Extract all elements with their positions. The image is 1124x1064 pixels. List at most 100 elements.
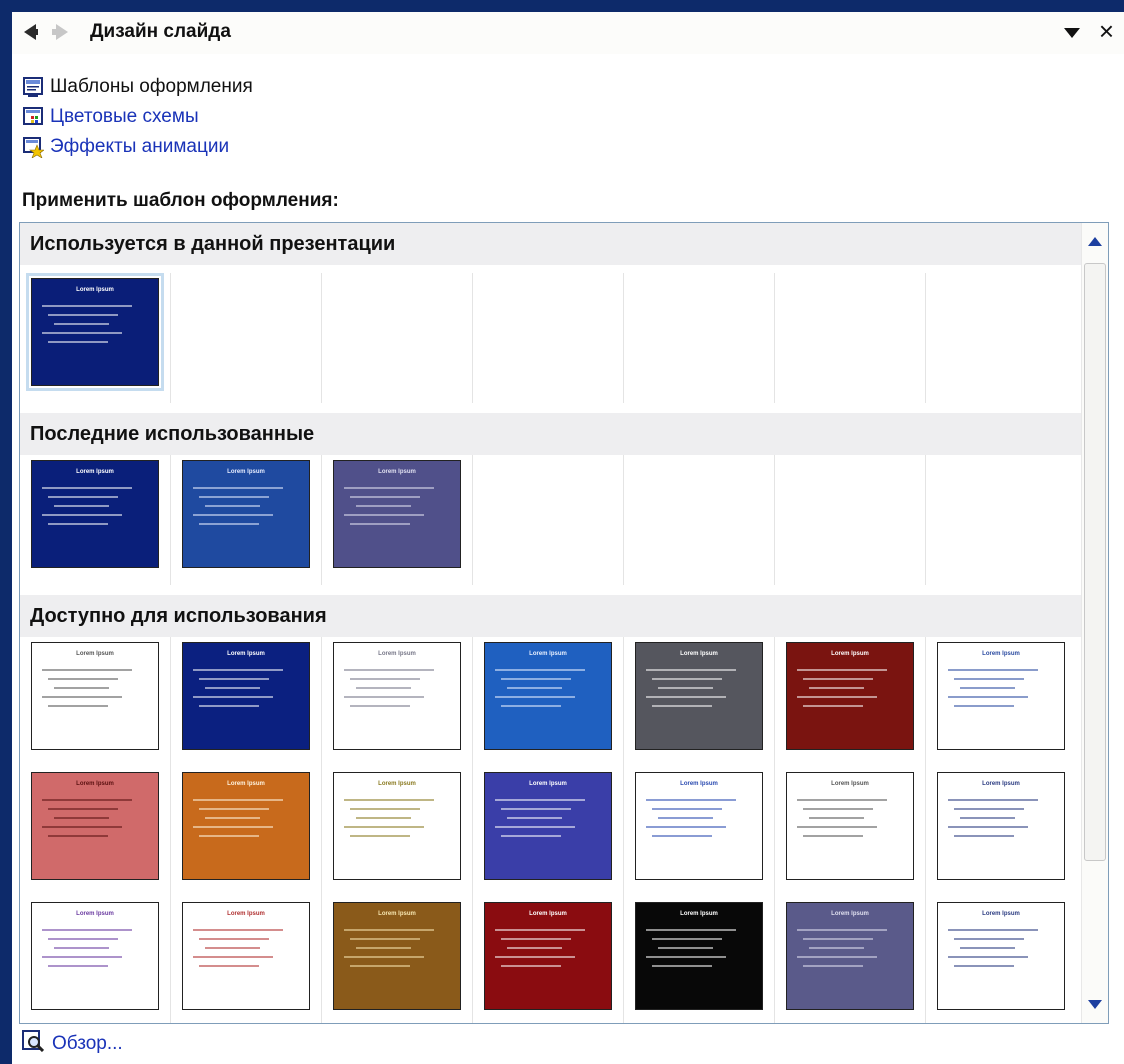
template-thumbnail-line <box>495 669 585 671</box>
template-thumbnail-line <box>42 799 132 801</box>
template-thumbnail-line <box>954 808 1024 810</box>
group-header-recent: Последние использованные <box>20 413 1090 455</box>
link-design-templates[interactable]: Шаблоны оформления <box>22 72 253 102</box>
template-thumbnail[interactable]: Lorem Ipsum <box>333 902 461 1010</box>
template-thumbnail-title: Lorem Ipsum <box>76 287 114 293</box>
template-row: Lorem Ipsum Lorem Ipsum Lorem Ipsum Lorem I… <box>20 897 1080 1023</box>
template-thumbnail-line <box>507 817 562 819</box>
back-arrow-icon[interactable] <box>24 24 38 40</box>
template-thumbnail-line <box>501 965 561 967</box>
template-thumbnail-line <box>42 514 122 516</box>
template-thumbnail[interactable]: Lorem Ipsum <box>786 772 914 880</box>
template-thumbnail[interactable]: Lorem Ipsum <box>31 460 159 568</box>
template-thumbnail[interactable]: Lorem Ipsum <box>937 772 1065 880</box>
link-animation-effects[interactable]: Эффекты анимации <box>22 132 253 162</box>
template-cell: Lorem Ipsum <box>20 637 171 767</box>
design-templates-icon <box>22 76 44 98</box>
template-thumbnail-line <box>652 678 722 680</box>
template-thumbnail[interactable]: Lorem Ipsum <box>484 772 612 880</box>
template-thumbnail[interactable]: Lorem Ipsum <box>484 642 612 750</box>
template-gallery: Используется в данной презентации Lorem … <box>19 222 1109 1024</box>
template-cell: Lorem Ipsum <box>171 767 322 897</box>
template-thumbnail[interactable]: Lorem Ipsum <box>31 902 159 1010</box>
template-cell <box>171 273 322 403</box>
template-thumbnail-title: Lorem Ipsum <box>227 651 265 657</box>
template-thumbnail-line <box>646 799 736 801</box>
template-thumbnail-line <box>652 938 722 940</box>
template-thumbnail[interactable]: Lorem Ipsum <box>937 642 1065 750</box>
template-thumbnail-line <box>193 514 273 516</box>
template-thumbnail-line <box>809 947 864 949</box>
template-thumbnail[interactable]: Lorem Ipsum <box>26 273 164 391</box>
template-cell: Lorem Ipsum <box>473 637 624 767</box>
scroll-down-arrow-icon[interactable] <box>1088 1000 1102 1009</box>
template-thumbnail-line <box>501 678 571 680</box>
template-thumbnail-line <box>199 678 269 680</box>
template-thumbnail-title: Lorem Ipsum <box>529 781 567 787</box>
template-cell <box>926 455 1076 585</box>
template-thumbnail-line <box>193 826 273 828</box>
pane-title: Дизайн слайда <box>90 21 231 42</box>
template-cell: Lorem Ipsum <box>20 767 171 897</box>
template-thumbnail-line <box>495 929 585 931</box>
template-thumbnail-title: Lorem Ipsum <box>680 911 718 917</box>
template-thumbnail[interactable]: Lorem Ipsum <box>333 772 461 880</box>
template-thumbnail[interactable]: Lorem Ipsum <box>786 642 914 750</box>
template-thumbnail[interactable]: Lorem Ipsum <box>786 902 914 1010</box>
template-thumbnail-line <box>495 696 575 698</box>
browse-label[interactable]: Обзор... <box>52 1033 123 1055</box>
template-thumbnail-line <box>48 523 108 525</box>
template-thumbnail[interactable]: Lorem Ipsum <box>635 902 763 1010</box>
template-thumbnail[interactable]: Lorem Ipsum <box>937 902 1065 1010</box>
template-thumbnail[interactable]: Lorem Ipsum <box>484 902 612 1010</box>
template-thumbnail-line <box>193 929 283 931</box>
gallery-scrollbar[interactable] <box>1081 223 1108 1023</box>
template-thumbnail-title: Lorem Ipsum <box>680 781 718 787</box>
link-label[interactable]: Эффекты анимации <box>50 136 229 158</box>
template-thumbnail-line <box>960 687 1015 689</box>
template-thumbnail-line <box>199 938 269 940</box>
template-thumbnail[interactable]: Lorem Ipsum <box>182 642 310 750</box>
template-thumbnail-line <box>646 929 736 931</box>
template-thumbnail[interactable]: Lorem Ipsum <box>182 460 310 568</box>
browse-link[interactable]: Обзор... <box>22 1030 123 1058</box>
template-thumbnail[interactable]: Lorem Ipsum <box>333 460 461 568</box>
template-thumbnail-line <box>42 487 132 489</box>
close-icon[interactable]: × <box>1099 18 1114 44</box>
template-thumbnail-line <box>350 808 420 810</box>
template-cell <box>926 273 1076 403</box>
template-thumbnail-title: Lorem Ipsum <box>831 911 869 917</box>
chevron-down-icon[interactable] <box>1064 28 1080 38</box>
template-thumbnail[interactable]: Lorem Ipsum <box>333 642 461 750</box>
template-thumbnail-line <box>350 705 410 707</box>
link-color-schemes[interactable]: Цветовые схемы <box>22 102 253 132</box>
template-thumbnail-line <box>48 965 108 967</box>
template-row: Lorem Ipsum <box>20 273 1080 403</box>
template-thumbnail-title: Lorem Ipsum <box>982 651 1020 657</box>
template-thumbnail-line <box>809 687 864 689</box>
template-thumbnail-line <box>954 705 1014 707</box>
template-thumbnail-line <box>948 696 1028 698</box>
template-thumbnail-line <box>344 956 424 958</box>
template-thumbnail-line <box>48 678 118 680</box>
template-thumbnail-line <box>954 835 1014 837</box>
template-thumbnail-line <box>658 687 713 689</box>
template-thumbnail-title: Lorem Ipsum <box>982 911 1020 917</box>
link-label[interactable]: Шаблоны оформления <box>50 76 253 98</box>
scroll-up-arrow-icon[interactable] <box>1088 237 1102 246</box>
template-thumbnail-line <box>344 669 434 671</box>
template-thumbnail[interactable]: Lorem Ipsum <box>635 642 763 750</box>
scroll-thumb[interactable] <box>1084 263 1106 861</box>
template-thumbnail-line <box>797 929 887 931</box>
template-thumbnail-title: Lorem Ipsum <box>831 651 869 657</box>
link-label[interactable]: Цветовые схемы <box>50 106 199 128</box>
template-thumbnail-title: Lorem Ipsum <box>680 651 718 657</box>
template-thumbnail[interactable]: Lorem Ipsum <box>182 772 310 880</box>
template-thumbnail[interactable]: Lorem Ipsum <box>31 642 159 750</box>
template-thumbnail[interactable]: Lorem Ipsum <box>31 772 159 880</box>
forward-arrow-icon[interactable] <box>52 24 68 40</box>
template-thumbnail-line <box>646 696 726 698</box>
template-thumbnail[interactable]: Lorem Ipsum <box>635 772 763 880</box>
template-thumbnail[interactable]: Lorem Ipsum <box>182 902 310 1010</box>
template-cell <box>624 455 775 585</box>
